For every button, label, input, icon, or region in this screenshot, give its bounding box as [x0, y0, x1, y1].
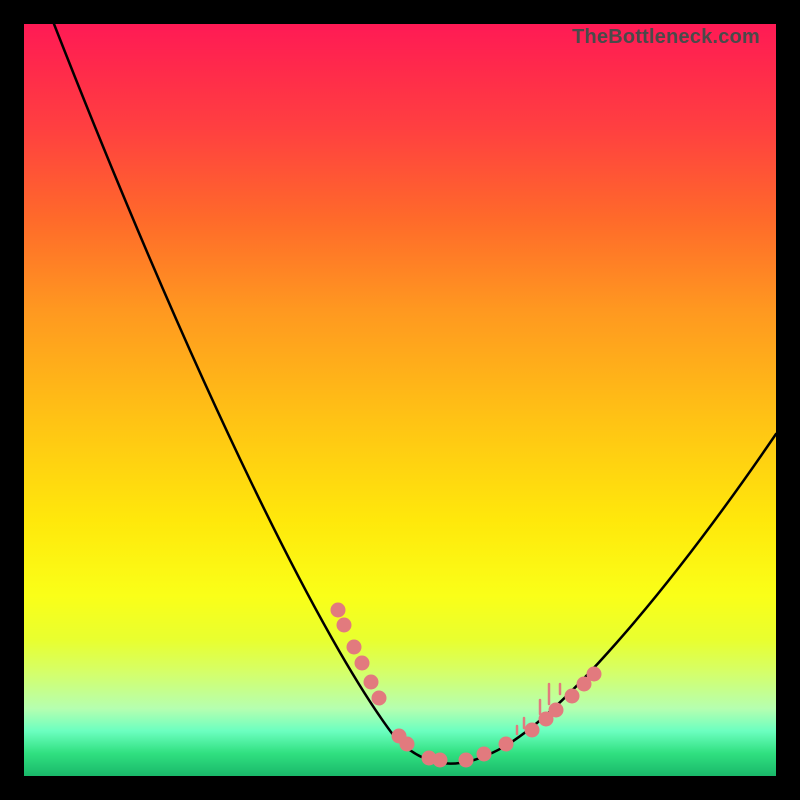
sample-dot: [347, 640, 362, 655]
sample-dot: [433, 753, 448, 768]
sample-dot: [331, 603, 346, 618]
bottleneck-curve-svg: [24, 24, 776, 776]
sample-dot: [372, 691, 387, 706]
sample-dot: [499, 737, 514, 752]
chart-frame: TheBottleneck.com: [10, 10, 790, 790]
sample-dot: [587, 667, 602, 682]
sample-dot: [549, 703, 564, 718]
sample-dot: [459, 753, 474, 768]
sample-dot: [400, 737, 415, 752]
sample-dot: [337, 618, 352, 633]
plot-area: TheBottleneck.com: [24, 24, 776, 776]
sample-dot: [477, 747, 492, 762]
sample-dot: [364, 675, 379, 690]
bottleneck-curve: [54, 24, 776, 764]
sample-dot: [525, 723, 540, 738]
sample-dot: [565, 689, 580, 704]
sample-dot: [355, 656, 370, 671]
